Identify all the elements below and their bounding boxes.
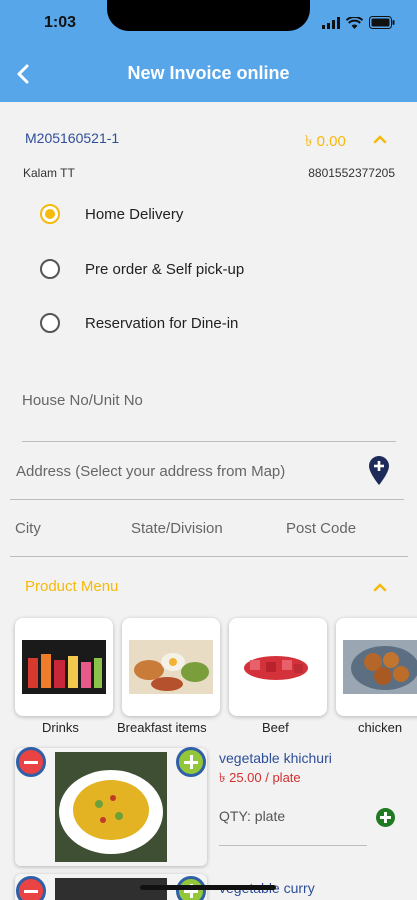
signal-icon: [322, 16, 340, 29]
wifi-icon: [346, 16, 363, 29]
address-field[interactable]: Address (Select your address from Map): [16, 463, 285, 480]
collapse-invoice-icon[interactable]: [373, 134, 387, 144]
status-icons: [322, 16, 395, 29]
collapse-menu-icon[interactable]: [373, 582, 387, 592]
product-image: [55, 752, 167, 862]
divider: [22, 441, 396, 442]
page-title: New Invoice online: [127, 63, 290, 83]
option-label: Reservation for Dine-in: [85, 314, 239, 332]
option-label: Home Delivery: [85, 205, 184, 223]
category-label-chicken: chicken: [358, 720, 403, 735]
option-reservation[interactable]: Reservation for Dine-in: [40, 313, 238, 333]
category-label-breakfast: Breakfast items: [117, 720, 207, 735]
add-to-invoice-button[interactable]: [376, 808, 395, 827]
decrease-qty-button[interactable]: [16, 747, 46, 777]
option-home-delivery[interactable]: Home Delivery: [40, 204, 183, 224]
decrease-qty-button[interactable]: [16, 876, 46, 900]
product-menu-title: Product Menu: [25, 578, 119, 595]
battery-icon: [369, 16, 395, 29]
add-location-icon[interactable]: [369, 456, 389, 486]
app-header: 1:03 New Invoice online: [0, 0, 417, 102]
device-notch: [107, 0, 310, 31]
state-field[interactable]: State/Division: [131, 520, 223, 537]
category-card-breakfast[interactable]: [122, 618, 220, 716]
option-pre-order[interactable]: Pre order & Self pick-up: [40, 259, 244, 279]
radio-pre-order[interactable]: [40, 259, 60, 279]
drinks-image: [22, 640, 106, 694]
customer-phone: 8801552377205: [308, 166, 395, 180]
category-card-drinks[interactable]: [15, 618, 113, 716]
divider: [219, 845, 367, 846]
increase-qty-button[interactable]: [176, 747, 206, 777]
invoice-amount: ৳ 0.00: [305, 133, 346, 150]
city-field[interactable]: City: [15, 520, 41, 537]
product-name: vegetable khichuri: [219, 750, 332, 766]
customer-name: Kalam TT: [23, 166, 75, 180]
divider: [10, 499, 404, 500]
postcode-field[interactable]: Post Code: [286, 520, 356, 537]
option-label: Pre order & Self pick-up: [85, 260, 245, 278]
home-indicator: [140, 885, 276, 890]
radio-reservation[interactable]: [40, 313, 60, 333]
qty-field[interactable]: QTY: plate: [219, 808, 285, 824]
category-label-drinks: Drinks: [42, 720, 79, 735]
radio-home-delivery[interactable]: [40, 204, 60, 224]
beef-image: [236, 640, 320, 694]
breakfast-image: [129, 640, 213, 694]
chicken-image: [343, 640, 417, 694]
category-card-beef[interactable]: [229, 618, 327, 716]
divider: [10, 556, 408, 557]
house-no-field[interactable]: House No/Unit No: [22, 392, 143, 409]
product-price: ৳ 25.00 / plate: [219, 770, 301, 785]
category-label-beef: Beef: [262, 720, 289, 735]
status-time: 1:03: [44, 14, 77, 31]
category-card-chicken[interactable]: [336, 618, 417, 716]
invoice-id: M205160521-1: [25, 130, 120, 146]
